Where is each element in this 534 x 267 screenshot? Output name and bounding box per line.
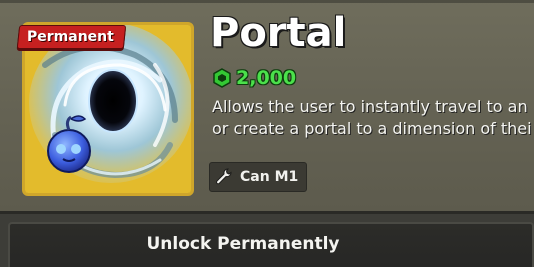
description-line-1: Allows the user to instantly travel to a… xyxy=(212,97,528,116)
robux-icon xyxy=(213,68,231,88)
wrench-icon xyxy=(216,168,232,185)
item-title: Portal xyxy=(210,10,347,56)
item-panel: Permanent Portal 2,000 Allows the user t… xyxy=(0,0,534,214)
can-m1-tag: Can M1 xyxy=(209,162,308,192)
unlock-permanently-label[interactable]: Unlock Permanently xyxy=(0,232,486,256)
panel-top-border xyxy=(0,0,534,3)
price-value: 2,000 xyxy=(236,67,297,89)
portal-fruit-icon xyxy=(25,25,191,193)
item-price: 2,000 xyxy=(212,66,296,90)
can-m1-label: Can M1 xyxy=(240,169,299,185)
permanent-badge-label: Permanent xyxy=(27,29,114,45)
item-description: Allows the user to instantly travel to a… xyxy=(212,96,534,140)
permanent-badge: Permanent xyxy=(16,25,127,49)
description-line-2: or create a portal to a dimension of the… xyxy=(212,119,532,138)
